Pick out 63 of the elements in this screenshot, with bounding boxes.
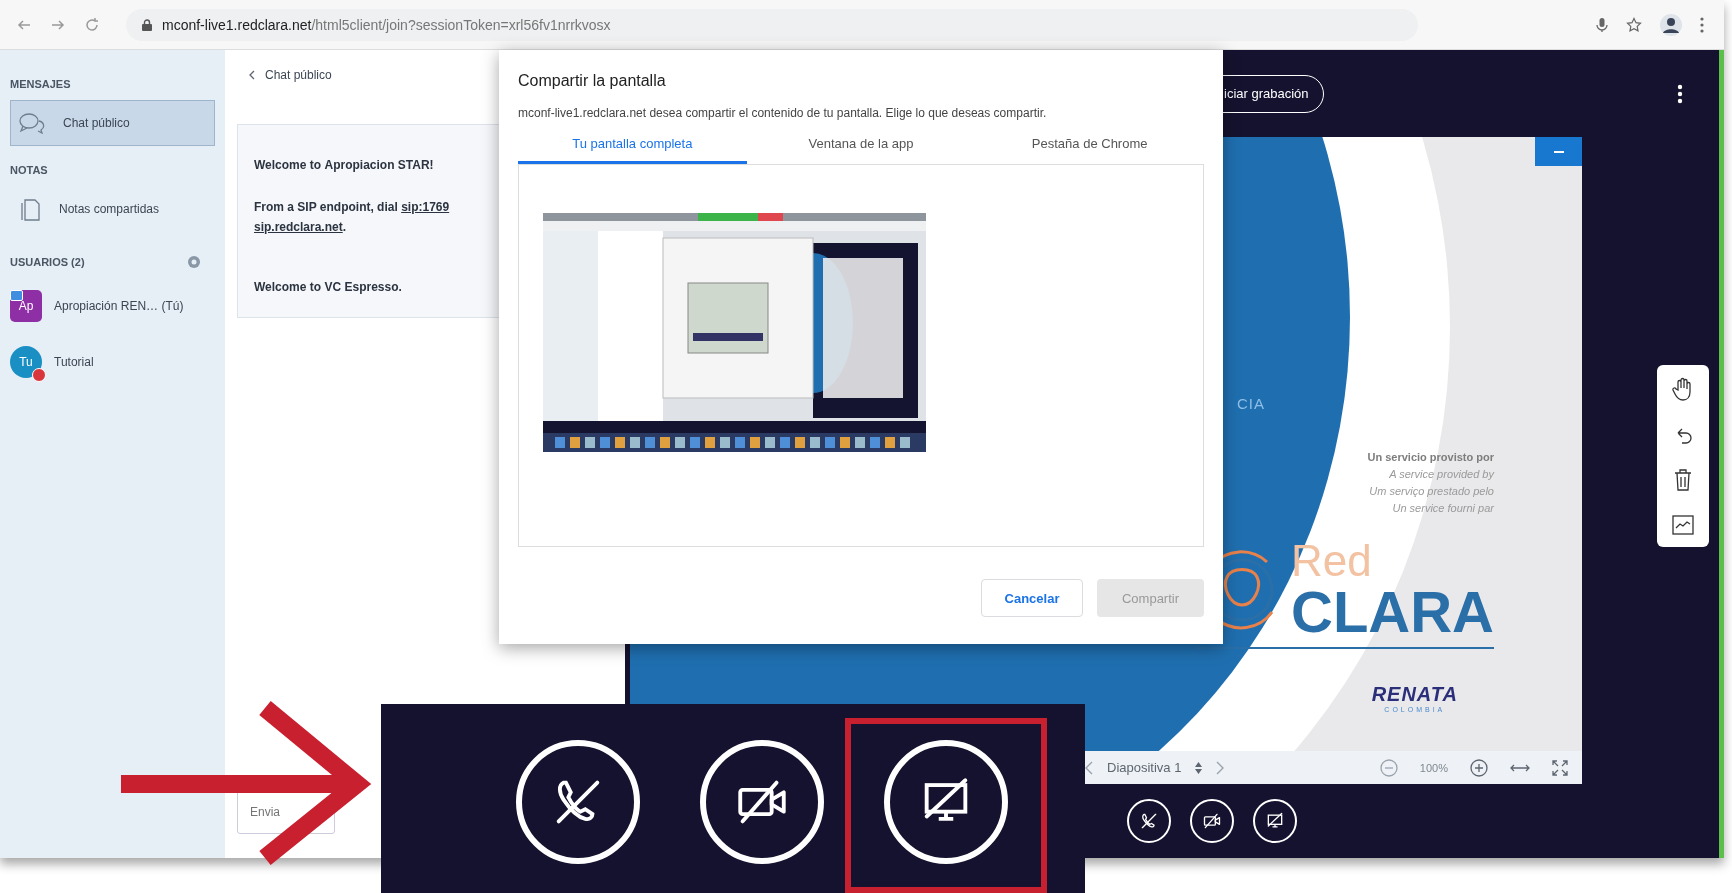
zoom-level: 100% <box>1419 761 1448 774</box>
zoom-in-icon[interactable] <box>1470 758 1488 777</box>
microphone-icon[interactable] <box>1596 16 1608 33</box>
section-title: NOTAS <box>10 164 49 176</box>
settings-icon[interactable] <box>187 255 201 269</box>
user-list-item[interactable]: Tu Tutorial <box>10 334 215 390</box>
phone-slash-icon <box>1139 811 1159 831</box>
logo-text: CLARA <box>1291 583 1494 641</box>
star-icon[interactable] <box>1626 16 1642 33</box>
source-tab[interactable]: Pestaña de Chrome <box>975 136 1204 164</box>
screen-slash-icon <box>1265 811 1285 831</box>
dialog-description: mconf-live1.redclara.net desea compartir el contenido de tu pantalla. Elige lo que deseas compartir. <box>518 106 1048 120</box>
cancel-button[interactable]: Cancelar <box>981 579 1083 617</box>
screen-thumbnail-drawing[interactable] <box>543 213 926 452</box>
chat-message: From a SIP endpoint, dial sip:1769 sip.redclara.net. <box>254 199 451 236</box>
chat-back-link[interactable]: Chat público <box>249 68 332 92</box>
lock-icon <box>142 18 152 31</box>
action-button[interactable] <box>516 740 640 864</box>
logo-text: Red <box>1291 539 1373 583</box>
documents-icon <box>19 196 41 222</box>
address-bar[interactable]: mconf-live1.redclara.net/html5client/join?sessionToken=xrl56fv1nrrkvosx <box>126 8 1418 41</box>
minus-icon <box>1553 150 1564 153</box>
camera-slash-icon <box>1202 811 1222 831</box>
notes-list-item[interactable]: Notas compartidas <box>10 186 215 232</box>
options-menu-icon[interactable] <box>1677 83 1683 104</box>
section-title: USUARIOS (2) <box>10 256 85 268</box>
sip-link[interactable]: sip:1769 <box>401 200 450 214</box>
up-down-caret-icon[interactable] <box>1195 761 1203 774</box>
reload-icon[interactable] <box>84 16 100 33</box>
chat-message: Welcome to VC Espresso. <box>254 279 403 296</box>
provider-text: Un servicio provisto por <box>1367 450 1494 465</box>
action-button[interactable] <box>1127 799 1171 843</box>
logo-text: RENATA <box>1371 683 1458 706</box>
provider-text: A service provided by <box>1389 467 1494 482</box>
action-button[interactable] <box>700 740 824 864</box>
slide-text: CIA <box>1237 395 1265 412</box>
menu-icon[interactable] <box>1700 16 1704 33</box>
chevron-left-icon <box>249 70 255 80</box>
dialog-title: Compartir la pantalla <box>518 72 667 90</box>
hand-icon[interactable] <box>1672 377 1694 401</box>
action-button[interactable] <box>884 740 1008 864</box>
user-list-item[interactable]: Ap Apropiación REN… (Tú) <box>10 278 215 334</box>
fullscreen-icon[interactable] <box>1552 759 1568 776</box>
slide-selector[interactable]: Diapositiva 1 <box>1107 760 1182 775</box>
provider-text: Un service fourni par <box>1392 501 1494 516</box>
action-button[interactable] <box>1253 799 1297 843</box>
sip-link[interactable]: sip.redclara.net <box>254 220 343 234</box>
section-title: MENSAJES <box>10 78 72 90</box>
url-text: mconf-live1.redclara.net/html5client/join?sessionToken=xrl56fv1nrrkvosx <box>162 16 611 33</box>
trash-icon[interactable] <box>1674 469 1692 491</box>
chat-message: Welcome to Apropiacion STAR! <box>254 157 435 174</box>
action-button[interactable] <box>1190 799 1234 843</box>
profile-avatar-icon[interactable] <box>1660 13 1682 36</box>
user-name: Apropiación REN… (Tú) <box>54 299 184 313</box>
chart-icon[interactable] <box>1672 515 1694 535</box>
chat-list-item[interactable]: Chat público <box>10 100 215 146</box>
source-tab[interactable]: Ventana de la app <box>746 136 976 164</box>
provider-text: Um serviço prestado pelo <box>1369 484 1494 499</box>
chat-bubbles-icon <box>19 112 45 134</box>
user-avatar: Ap <box>10 290 42 322</box>
fit-width-icon[interactable] <box>1510 762 1530 773</box>
user-name: Tutorial <box>54 355 94 369</box>
source-tab[interactable]: Tu pantalla completa <box>518 136 747 164</box>
